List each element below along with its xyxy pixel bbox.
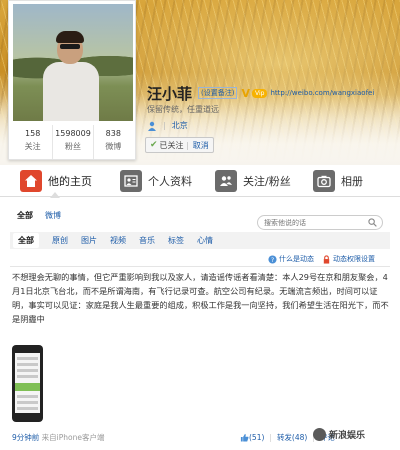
follow-separator: |	[183, 140, 189, 150]
camera-icon	[313, 170, 335, 192]
search-input[interactable]	[258, 216, 366, 229]
person-hair	[56, 31, 84, 43]
thumbnail-highlight	[15, 383, 40, 391]
verified-icon[interactable]: V	[241, 87, 250, 100]
tab-follow-label: 关注/粉丝	[243, 175, 291, 188]
stat-following[interactable]: 158 关注	[13, 125, 54, 159]
tab-home[interactable]: 他的主页	[20, 165, 92, 198]
tab-home-label: 他的主页	[48, 175, 92, 188]
stat-followers-label: 粉丝	[64, 142, 81, 151]
unfollow-button[interactable]: 取消	[193, 140, 209, 151]
watermark-logo-icon	[313, 428, 326, 441]
vip-badge[interactable]: Vip	[252, 88, 268, 98]
post-text: 不想理会无聊的事情，但它严重影响到我以及家人，请造谣传谣者看清楚：本人29号在京…	[12, 272, 389, 324]
stat-posts-num: 838	[105, 129, 121, 138]
filter-original[interactable]: 原创	[52, 235, 68, 246]
profile-stats: 158 关注 1598009 粉丝 838 微博	[13, 125, 133, 159]
person-body	[43, 62, 99, 121]
watermark: 新浪娱乐	[313, 428, 365, 441]
stat-following-num: 158	[25, 129, 41, 138]
followed-label: 已关注	[159, 140, 184, 150]
post-image-thumbnail[interactable]	[12, 345, 43, 422]
profile-tabbar: 他的主页 个人资料 关注/粉丝 相册	[0, 165, 400, 198]
forward-button[interactable]: 转发(48)	[277, 432, 307, 443]
post-source: 来自iPhone客户端	[41, 433, 105, 442]
post-meta: 9分钟前 来自iPhone客户端	[12, 432, 105, 443]
check-icon: ✔	[150, 140, 158, 150]
profile-signature: 保留传统，任重道远	[147, 105, 219, 114]
search-box	[257, 215, 383, 230]
post-time[interactable]: 9分钟前	[12, 433, 39, 442]
filter-tags[interactable]: 标签	[168, 235, 184, 246]
filter-all[interactable]: 全部	[13, 233, 39, 248]
follow-icon	[215, 170, 237, 192]
location-separator: |	[163, 121, 166, 130]
set-remark-link[interactable]: (设置备注)	[198, 87, 238, 99]
home-icon	[20, 170, 42, 192]
profile-url[interactable]: http://weibo.com/wangxiaofei	[270, 89, 374, 97]
feed-divider	[10, 266, 390, 267]
filter-mood[interactable]: 心情	[197, 235, 213, 246]
what-is-feed-link[interactable]: 什么是动态	[279, 254, 314, 264]
question-icon: ?	[268, 254, 277, 264]
svg-text:?: ?	[271, 257, 274, 264]
watermark-text: 新浪娱乐	[329, 431, 366, 441]
feed-helpers: ? 什么是动态 动态权限设置	[268, 254, 375, 264]
thumb-up-icon[interactable]	[240, 433, 249, 442]
content-filter-bar: 全部 原创 图片 视频 音乐 标签 心情	[10, 232, 390, 249]
tab-album[interactable]: 相册	[313, 165, 363, 197]
profile-name-row: 汪小菲 (设置备注) V Vip http://weibo.com/wangxi…	[147, 84, 374, 103]
filter-images[interactable]: 图片	[81, 235, 97, 246]
feed-permission-link[interactable]: 动态权限设置	[333, 254, 375, 264]
person-icon	[148, 121, 156, 131]
tab-album-label: 相册	[341, 175, 363, 188]
stat-following-label: 关注	[24, 142, 41, 151]
filter-video[interactable]: 视频	[110, 235, 126, 246]
sunglasses	[60, 44, 80, 49]
subnav-all[interactable]: 全部	[17, 210, 33, 221]
tab-follow[interactable]: 关注/粉丝	[215, 165, 291, 197]
profile-icon	[120, 170, 142, 192]
feed-subnav: 全部 微博	[17, 210, 73, 221]
stat-posts-label: 微博	[105, 142, 122, 151]
stat-followers[interactable]: 1598009 粉丝	[53, 125, 94, 159]
profile-location[interactable]: 北京	[172, 120, 188, 131]
avatar[interactable]	[13, 4, 133, 121]
action-separator: |	[269, 433, 272, 442]
like-count[interactable]: (51)	[249, 433, 264, 442]
profile-card: 158 关注 1598009 粉丝 838 微博	[8, 0, 136, 160]
follow-status-box: ✔ 已关注 | 取消	[145, 137, 214, 153]
profile-name: 汪小菲	[147, 84, 193, 103]
subnav-weibo[interactable]: 微博	[45, 210, 61, 221]
search-icon[interactable]	[368, 218, 377, 227]
stat-followers-num: 1598009	[55, 129, 91, 138]
lock-icon	[323, 254, 330, 264]
location-row: | 北京	[147, 120, 188, 131]
tab-profile-label: 个人资料	[148, 175, 192, 188]
filter-music[interactable]: 音乐	[139, 235, 155, 246]
tab-profile[interactable]: 个人资料	[120, 165, 192, 197]
stat-posts[interactable]: 838 微博	[94, 125, 133, 159]
